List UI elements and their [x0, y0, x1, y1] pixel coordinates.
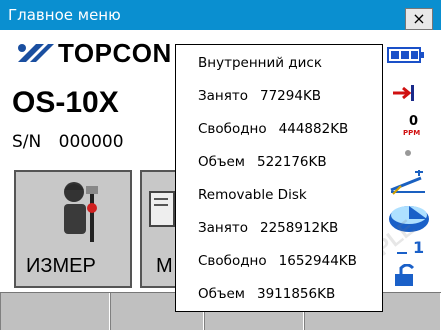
- measure-tile[interactable]: ИЗМЕР: [14, 170, 132, 288]
- target-icon: [393, 85, 414, 101]
- second-tile[interactable]: М: [140, 170, 180, 288]
- measure-tile-label: ИЗМЕР: [26, 255, 96, 277]
- internal-used-label: Занято: [198, 88, 248, 104]
- brand-name: TOPCON: [58, 38, 172, 68]
- close-button[interactable]: ×: [405, 8, 433, 30]
- internal-free-row: Свободно 444882KB: [198, 121, 348, 137]
- removable-free-label: Свободно: [198, 253, 267, 269]
- internal-total-label: Объем: [198, 154, 245, 170]
- ppm-icon: 0 PPM: [403, 114, 433, 144]
- battery-icon: [387, 47, 424, 63]
- tilt-icon: [390, 170, 425, 195]
- internal-used-row: Занято 77294KB: [198, 88, 321, 104]
- internal-used-value: 77294KB: [260, 88, 322, 104]
- removable-free-row: Свободно 1652944KB: [198, 253, 357, 269]
- removable-total-row: Объем 3911856KB: [198, 286, 335, 302]
- removable-disk-title: Removable Disk: [198, 187, 307, 203]
- document-icon: [149, 191, 175, 227]
- removable-used-label: Занято: [198, 220, 248, 236]
- ppm-value: 0: [409, 114, 419, 129]
- dot-icon: [405, 150, 411, 156]
- removable-used-row: Занято 2258912KB: [198, 220, 338, 236]
- storage-info-popup: Внутренний диск Занято 77294KB Свободно 44…: [175, 44, 383, 312]
- internal-free-value: 444882KB: [278, 121, 349, 137]
- toolbar-button-1[interactable]: [0, 293, 110, 330]
- removable-free-value: 1652944KB: [278, 253, 357, 269]
- page-dash: [397, 252, 407, 254]
- surveyor-icon: [64, 182, 98, 242]
- device-model: OS-10X: [12, 86, 119, 119]
- internal-total-row: Объем 522176KB: [198, 154, 327, 170]
- title-bar: Главное меню ×: [0, 0, 441, 30]
- window-title: Главное меню: [8, 6, 121, 24]
- removable-total-value: 3911856KB: [256, 286, 336, 302]
- internal-total-value: 522176KB: [256, 154, 327, 170]
- removable-total-label: Объем: [198, 286, 245, 302]
- lock-icon[interactable]: [393, 264, 423, 288]
- page-number: 1: [413, 238, 425, 257]
- removable-used-value: 2258912KB: [260, 220, 339, 236]
- status-sidebar: 0 PPM 1: [383, 38, 441, 306]
- internal-disk-title: Внутренний диск: [198, 55, 322, 71]
- serial-number: S/N 000000: [12, 132, 124, 152]
- internal-free-label: Свободно: [198, 121, 267, 137]
- serial-label: S/N: [12, 132, 42, 152]
- ppm-unit: PPM: [403, 129, 421, 137]
- topcon-logo-icon: [18, 44, 54, 62]
- second-tile-label: М: [156, 255, 173, 277]
- serial-value: 000000: [58, 132, 124, 152]
